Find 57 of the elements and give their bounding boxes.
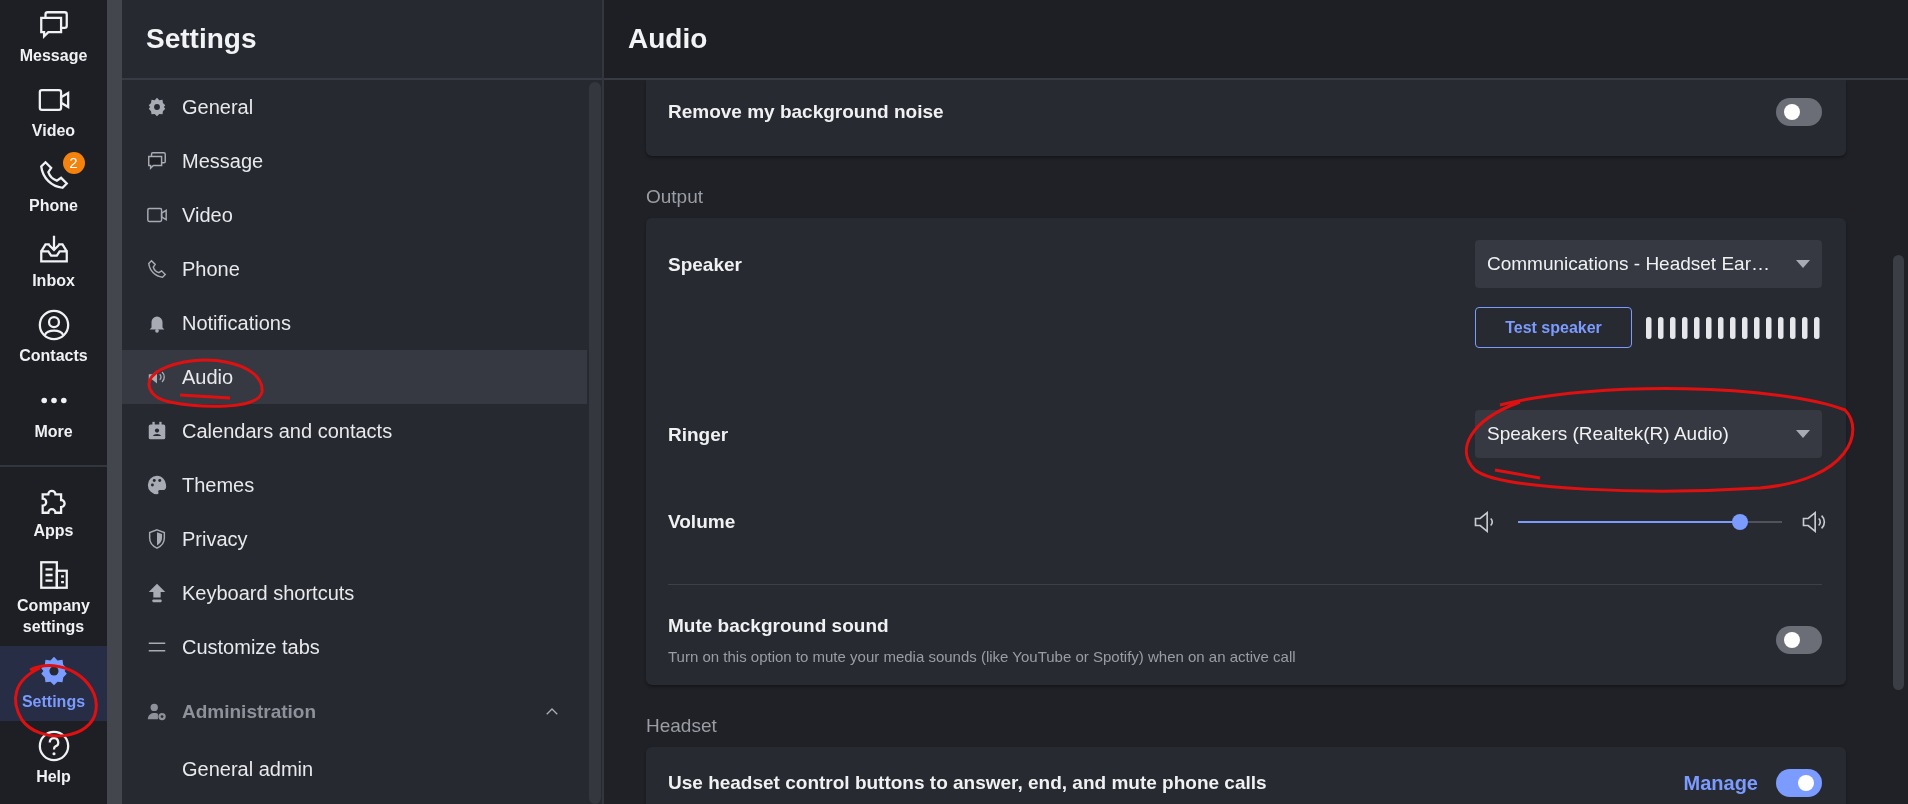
nav-item[interactable]: General admin: [122, 742, 587, 796]
rail-item[interactable]: Message: [0, 0, 107, 75]
rail-item[interactable]: Settings: [0, 645, 107, 721]
nav-item[interactable]: Customize tabs: [122, 620, 587, 674]
test-speaker-button[interactable]: Test speaker: [1475, 307, 1632, 348]
chat-icon: [146, 150, 168, 172]
setting-description: Turn on this option to mute your media sounds (like YouTube or Spotify) when on an active call: [668, 648, 1296, 665]
slider-thumb[interactable]: [1731, 514, 1748, 530]
palette-icon: [146, 474, 168, 496]
nav-item[interactable]: Keyboard shortcuts: [122, 566, 587, 620]
nav-item[interactable]: Privacy: [122, 512, 587, 566]
nav-item[interactable]: Message: [122, 134, 587, 188]
rail-item[interactable]: Help: [0, 720, 107, 796]
nav-item[interactable]: Video: [122, 188, 587, 242]
notification-badge: 2: [62, 152, 85, 175]
rail-item[interactable]: Company settings: [0, 549, 107, 646]
section-heading: Headset: [646, 715, 718, 737]
toggle-switch[interactable]: [1776, 769, 1822, 797]
settings-icon: [146, 96, 168, 118]
rail-item[interactable]: Video: [0, 75, 107, 150]
caret-icon: [1796, 260, 1810, 268]
nav-item[interactable]: Calendars and contacts: [122, 404, 587, 458]
setting-label: Remove my background noise: [668, 101, 944, 123]
rail-item[interactable]: More: [0, 375, 107, 451]
person-icon: [36, 308, 71, 343]
rail-item[interactable]: Inbox: [0, 225, 107, 300]
manage-link[interactable]: Manage: [1683, 771, 1758, 795]
shield-icon: [146, 528, 168, 550]
rail-item[interactable]: Contacts: [0, 300, 107, 375]
nav-item[interactable]: General: [122, 80, 587, 134]
setting-label: Ringer: [668, 424, 729, 447]
rail-item[interactable]: 2 Phone: [0, 150, 107, 225]
setting-label: Use headset control buttons to answer, end, and mute phone calls: [668, 772, 1267, 794]
dropdown[interactable]: Communications - Headset Ear…: [1475, 240, 1822, 288]
nav-item[interactable]: Themes: [122, 458, 587, 512]
nav-item[interactable]: Notifications: [122, 296, 587, 350]
nav-item[interactable]: Phone: [122, 242, 587, 296]
more-icon: [39, 397, 68, 404]
setting-label: Volume: [668, 511, 736, 533]
help-icon: [36, 729, 71, 763]
arrow-up-icon: [146, 582, 168, 604]
section-heading: Output: [646, 186, 705, 208]
section-header[interactable]: Administration: [122, 674, 587, 742]
toggle-switch[interactable]: [1776, 626, 1822, 654]
phone-icon: [146, 258, 168, 280]
scrollbar-thumb[interactable]: [1893, 255, 1904, 690]
nav-item[interactable]: Audio: [122, 350, 587, 404]
person-gear-icon: [146, 701, 168, 723]
caret-icon: [1796, 430, 1810, 438]
calendar-icon: [146, 420, 168, 442]
setting-label: Mute background sound: [668, 615, 890, 637]
rail-item[interactable]: Apps: [0, 474, 107, 550]
level-meter-icon: [1646, 316, 1822, 339]
toggle-switch[interactable]: [1776, 98, 1822, 126]
setting-label: Speaker: [668, 254, 742, 277]
dropdown[interactable]: Speakers (Realtek(R) Audio): [1475, 410, 1822, 458]
speaker-high-icon: [1800, 508, 1828, 536]
